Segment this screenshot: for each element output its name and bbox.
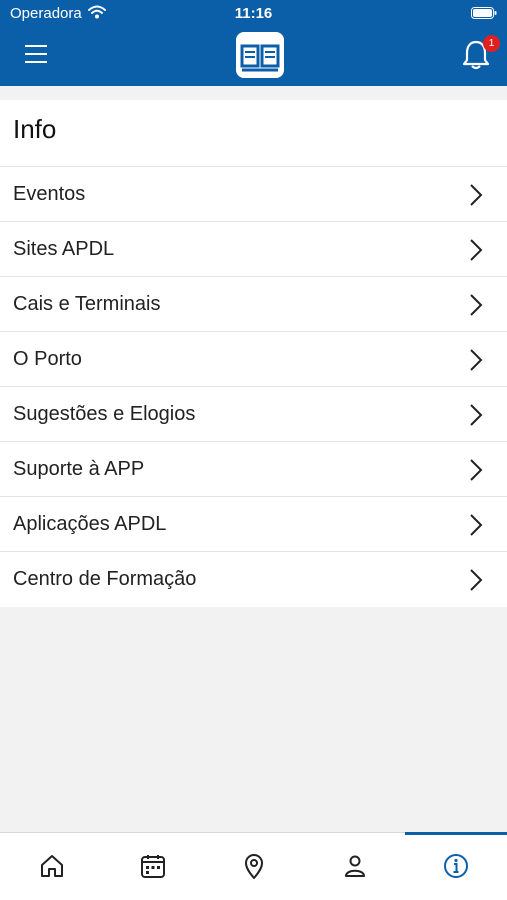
chevron-right-icon: [470, 569, 483, 591]
battery-icon: [471, 7, 497, 19]
chevron-right-icon: [470, 459, 483, 481]
info-icon: [444, 854, 468, 878]
list-item-aplicacoes-apdl[interactable]: Aplicações APDL: [0, 497, 507, 552]
list-item-o-porto[interactable]: O Porto: [0, 332, 507, 387]
tab-bar: [0, 832, 507, 900]
list-item-cais-e-terminais[interactable]: Cais e Terminais: [0, 277, 507, 332]
chevron-right-icon: [470, 349, 483, 371]
list-item-label: Aplicações APDL: [13, 513, 167, 535]
location-pin-icon: [245, 854, 263, 879]
user-icon: [345, 855, 365, 877]
hamburger-menu-icon[interactable]: [24, 42, 50, 66]
active-tab-indicator: [405, 832, 507, 835]
chevron-right-icon: [470, 239, 483, 261]
list-item-eventos[interactable]: Eventos: [0, 167, 507, 222]
tab-calendar[interactable]: [139, 852, 167, 880]
tab-info[interactable]: [442, 852, 470, 880]
app-logo-icon: [236, 32, 284, 78]
tab-location[interactable]: [240, 852, 268, 880]
tab-profile[interactable]: [341, 852, 369, 880]
list-item-centro-de-formacao[interactable]: Centro de Formação: [0, 552, 507, 607]
home-icon: [41, 855, 63, 877]
calendar-icon: [141, 855, 165, 878]
page-title: Info: [0, 100, 507, 167]
list-item-sites-apdl[interactable]: Sites APDL: [0, 222, 507, 277]
chevron-right-icon: [470, 184, 483, 206]
chevron-right-icon: [470, 294, 483, 316]
list-item-label: Centro de Formação: [13, 568, 197, 590]
list-item-label: Cais e Terminais: [13, 293, 161, 315]
list-item-sugestoes-e-elogios[interactable]: Sugestões e Elogios: [0, 387, 507, 442]
info-list-card: Info Eventos Sites APDL Cais e Terminais…: [0, 100, 507, 607]
clock: 11:16: [234, 5, 273, 22]
chevron-right-icon: [470, 404, 483, 426]
notification-badge: 1: [483, 35, 500, 52]
list-item-label: Suporte à APP: [13, 458, 145, 480]
list-item-label: Eventos: [13, 183, 86, 205]
list-item-label: O Porto: [13, 348, 82, 370]
list-item-label: Sugestões e Elogios: [13, 403, 196, 425]
list-item-label: Sites APDL: [13, 238, 115, 260]
app-header: Operadora 11:16 1: [0, 0, 507, 86]
chevron-right-icon: [470, 514, 483, 536]
list-item-suporte-app[interactable]: Suporte à APP: [0, 442, 507, 497]
tab-home[interactable]: [38, 852, 66, 880]
